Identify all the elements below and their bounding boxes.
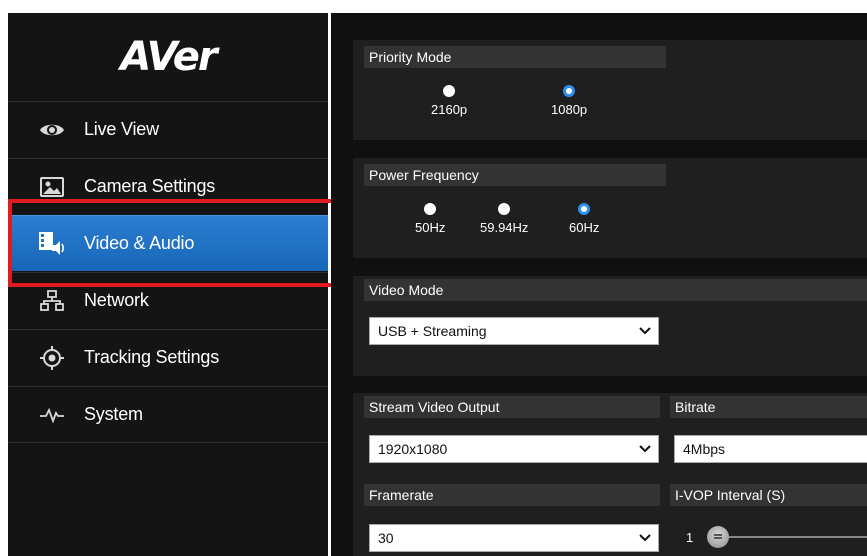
- priority-mode-option-2160p[interactable]: 2160p: [431, 85, 467, 117]
- radio-label: 1080p: [551, 102, 588, 117]
- stream-video-output-title: Stream Video Output: [364, 396, 660, 418]
- video-mode-card: Video Mode USB + Streaming: [353, 276, 867, 376]
- sidebar-item-tracking-settings[interactable]: Tracking Settings: [8, 329, 328, 385]
- sidebar-item-camera-settings[interactable]: Camera Settings: [8, 158, 328, 214]
- sidebar: AVer Live View Camera Settings Video & A…: [8, 13, 328, 556]
- stream-video-output-value: 1920x1080: [378, 441, 448, 457]
- sidebar-item-network[interactable]: Network: [8, 272, 328, 328]
- radio-button[interactable]: [424, 203, 437, 215]
- priority-mode-option-1080p[interactable]: 1080p: [551, 85, 587, 117]
- radio-button-selected[interactable]: [563, 85, 576, 97]
- pulse-icon: [38, 401, 66, 429]
- sidebar-item-label: Live View: [84, 119, 159, 139]
- ivop-interval-slider[interactable]: 1: [686, 526, 867, 548]
- power-frequency-option-59-94hz[interactable]: 59.94Hz: [480, 203, 528, 235]
- radio-button[interactable]: [498, 203, 511, 215]
- radio-label: 50Hz: [415, 220, 446, 235]
- bitrate-value: 4Mbps: [683, 441, 726, 457]
- radio-button[interactable]: [443, 85, 456, 97]
- eye-icon: [38, 116, 66, 144]
- power-frequency-title: Power Frequency: [364, 164, 666, 186]
- radio-label: 60Hz: [569, 220, 600, 235]
- chevron-down-icon: [638, 436, 652, 462]
- sidebar-item-label: Network: [84, 290, 149, 310]
- sidebar-item-label: Tracking Settings: [84, 347, 219, 367]
- radio-label: 2160p: [431, 102, 468, 117]
- bitrate-title: Bitrate: [670, 396, 867, 418]
- power-frequency-option-60hz[interactable]: 60Hz: [569, 203, 599, 235]
- ivop-interval-title: I-VOP Interval (S): [670, 484, 867, 506]
- chevron-down-icon: [638, 525, 652, 551]
- video-audio-icon: [38, 230, 66, 258]
- stream-settings-card: Stream Video Output Bitrate 1920x1080 4M…: [353, 393, 867, 556]
- image-icon: [38, 173, 66, 201]
- network-icon: [38, 287, 66, 315]
- slider-track[interactable]: [729, 536, 867, 538]
- sidebar-item-label: Camera Settings: [84, 176, 216, 196]
- power-frequency-option-50hz[interactable]: 50Hz: [415, 203, 445, 235]
- radio-label: 59.94Hz: [480, 220, 529, 235]
- sidebar-divider: [8, 442, 328, 443]
- sidebar-item-system[interactable]: System: [8, 386, 328, 442]
- priority-mode-card: Priority Mode 2160p 1080p: [353, 40, 867, 140]
- framerate-title: Framerate: [364, 484, 660, 506]
- video-mode-select[interactable]: USB + Streaming: [369, 317, 659, 345]
- video-mode-value: USB + Streaming: [378, 323, 487, 339]
- aver-logo: AVer: [120, 34, 217, 80]
- framerate-select[interactable]: 30: [369, 524, 659, 552]
- priority-mode-title: Priority Mode: [364, 46, 666, 68]
- sidebar-item-video-audio[interactable]: Video & Audio: [8, 215, 328, 271]
- framerate-value: 30: [378, 530, 394, 546]
- stream-video-output-select[interactable]: 1920x1080: [369, 435, 659, 463]
- sidebar-item-label: Video & Audio: [84, 233, 195, 253]
- video-mode-title: Video Mode: [364, 279, 867, 301]
- crosshair-icon: [38, 344, 66, 372]
- settings-panel: Priority Mode 2160p 1080p Power Frequenc…: [331, 13, 867, 556]
- sidebar-item-label: System: [84, 404, 143, 424]
- chevron-down-icon: [638, 318, 652, 344]
- sidebar-item-live-view[interactable]: Live View: [8, 101, 328, 157]
- radio-button-selected[interactable]: [578, 203, 591, 215]
- bitrate-select[interactable]: 4Mbps: [674, 435, 867, 463]
- slider-handle[interactable]: [707, 526, 730, 548]
- ivop-interval-value: 1: [686, 529, 694, 545]
- power-frequency-card: Power Frequency 50Hz 59.94Hz 60Hz: [353, 158, 867, 258]
